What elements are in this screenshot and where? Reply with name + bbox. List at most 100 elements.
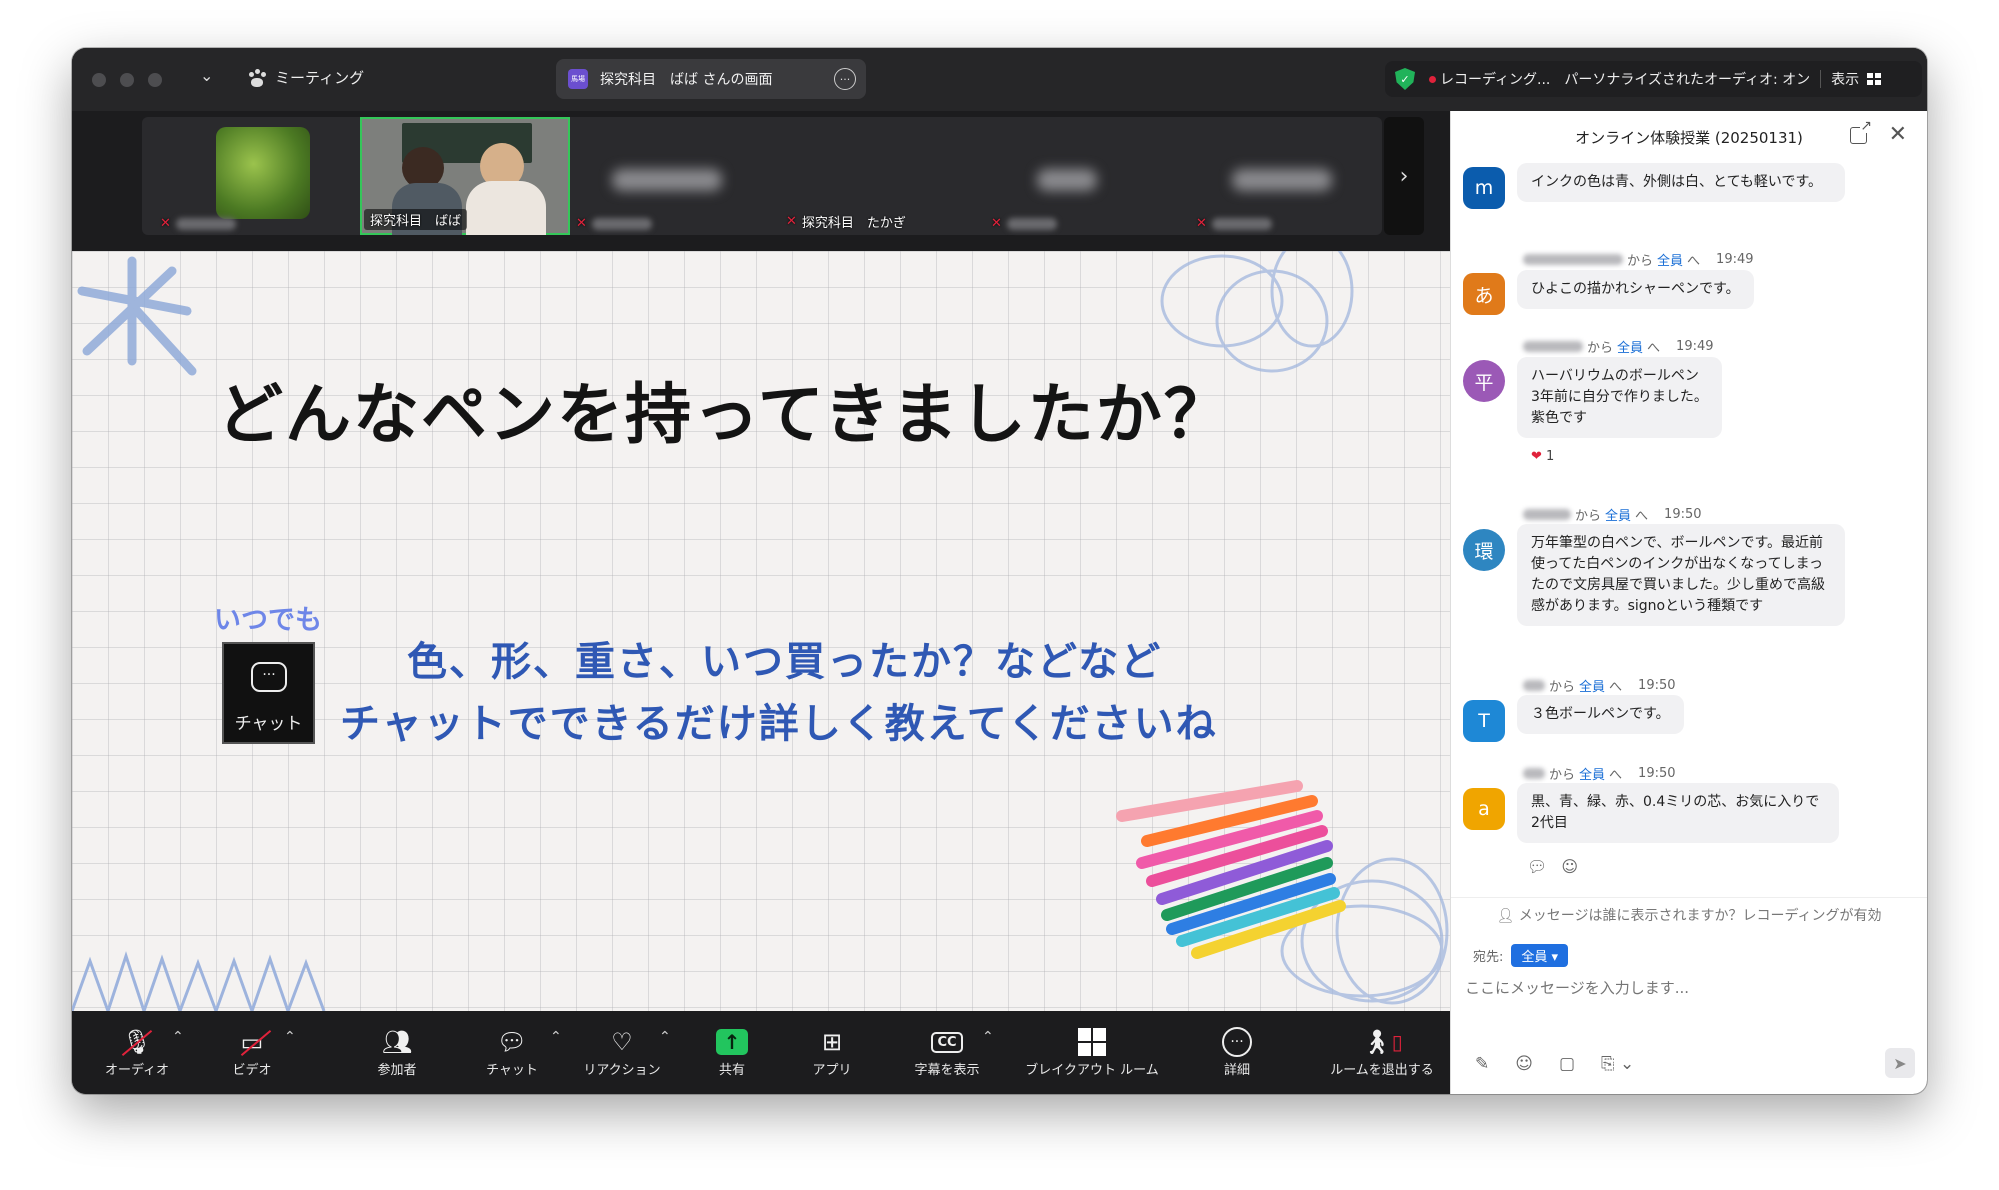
reaction-button[interactable]: ♡ リアクション [572,1025,672,1078]
leave-label: ルームを退出する [1330,1063,1434,1078]
mic-muted-icon: ✕ [991,216,1002,231]
star-scribble [77,256,197,376]
chat-message[interactable]: ひよこの描かれシャーペンです。 [1517,270,1754,309]
captions-button[interactable]: CC 字幕を表示 [902,1025,992,1078]
reaction-badge[interactable]: ❤ 1 [1531,449,1554,464]
screen-share-indicator[interactable]: 馬場 探究科目 ばば さんの画面 ··· [556,59,866,99]
divider [1820,70,1822,88]
participant-tile[interactable]: ✕ [156,123,360,237]
reply-icon[interactable]: 💬︎ [1527,857,1561,876]
mic-muted-icon: ✕ [576,216,587,231]
more-button[interactable]: ··· 詳細 [1202,1025,1272,1078]
reaction-options-caret-icon[interactable]: ⌃ [659,1029,671,1045]
message-meta: から 全員へ 19:49 [1523,337,1714,356]
message-input[interactable] [1465,973,1905,1003]
close-window-button[interactable] [92,73,106,87]
participant-name: ✕ [991,216,1057,231]
paw-icon [247,68,267,87]
zoom-window-button[interactable] [148,73,162,87]
audio-status[interactable]: パーソナライズされたオーディオ: オン [1564,69,1810,89]
add-reaction-icon[interactable]: ☺ [1561,857,1592,876]
video-options-caret-icon[interactable]: ⌃ [284,1029,296,1045]
more-options-icon[interactable]: ··· [834,68,856,90]
participant-name: ✕ [160,216,236,231]
view-button[interactable]: 表示 [1831,69,1882,89]
participants-button[interactable]: 👥︎ 参加者 [357,1025,437,1078]
chat-button[interactable]: 💬︎ チャット [472,1025,552,1078]
chat-message[interactable]: ３色ボールペンです。 [1517,695,1684,734]
share-screen-icon: ↑ [716,1029,748,1055]
participant-tile-active[interactable]: 探究科目 ばば [360,117,570,235]
chevron-down-icon[interactable]: ⌄ [200,66,213,85]
file-icon[interactable]: ▢ [1559,1054,1575,1074]
mic-muted-icon: ✕ [160,216,171,231]
video-off-icon: ▭ [240,1028,264,1056]
to-label: 宛先: [1473,950,1504,965]
chat-options-caret-icon[interactable]: ⌃ [550,1029,562,1045]
emoji-icon[interactable]: ☺ [1515,1054,1533,1074]
participant-tile[interactable]: ✕ [1192,123,1378,237]
video-button[interactable]: ▭ ビデオ [212,1025,292,1078]
recipient-select[interactable]: 全員 ▾ [1511,944,1569,967]
person-icon: 👤︎ [1496,908,1519,924]
zigzag-scribble [72,951,326,1011]
chat-message[interactable]: インクの色は青、外側は白、とても軽いです。 [1517,163,1845,202]
visibility-notice[interactable]: 👤︎ メッセージは誰に表示されますか？レコーディングが有効 [1451,897,1927,933]
shared-screen-slide: どんなペンを持ってきましたか？ いつでも ··· チャット 色、形、重さ、いつ買… [72,251,1450,1011]
zoom-window: ⌄ ミーティング 馬場 探究科目 ばば さんの画面 ··· ✓ レコーディング.… [72,48,1927,1094]
participant-name: ✕ [1196,216,1272,231]
recipient-row: 宛先: 全員 ▾ [1473,944,1569,967]
meeting-menu[interactable]: ミーティング [247,67,364,88]
shield-check-icon[interactable]: ✓ [1395,68,1415,90]
pens-illustration [1116,780,1346,959]
pop-out-icon[interactable] [1850,119,1873,144]
format-text-icon[interactable]: ✎ [1475,1054,1489,1074]
recording-status[interactable]: レコーディング... [1440,69,1550,89]
share-label: 共有 [718,1063,745,1078]
chat-message[interactable]: 黒、青、緑、赤、0.4ミリの芯、お気に入りで2代目 [1517,783,1839,843]
minimize-window-button[interactable] [120,73,134,87]
apps-button[interactable]: ⊞ アプリ [802,1025,862,1078]
slide-title: どんなペンを持ってきましたか？ [217,376,1232,453]
audio-options-caret-icon[interactable]: ⌃ [172,1029,184,1045]
person-body [466,181,546,235]
chat-icon: 💬︎ [496,1028,528,1056]
participant-tile[interactable]: ✕ [572,123,776,237]
avatar: 環 [1463,529,1505,571]
participant-tile[interactable]: ✕ 探究科目 たかぎ [782,123,986,237]
chat-bubble-icon: ··· [251,662,287,692]
send-icon[interactable]: ➤ [1885,1048,1915,1078]
grid-view-icon [1867,73,1882,85]
breakout-label: ブレイクアウト ルーム [1025,1063,1159,1078]
captions-label: 字幕を表示 [914,1063,980,1078]
breakout-rooms-button[interactable]: ブレイクアウト ルーム [1007,1025,1177,1078]
next-page-chevron-icon[interactable]: › [1384,117,1424,235]
participant-tile[interactable]: ✕ [987,123,1191,237]
meeting-toolbar: 🎙︎ オーディオ ⌃ ▭ ビデオ ⌃ 👥︎ 参加者 💬︎ チャット ⌃ ♡ リア… [72,1011,1450,1094]
audio-label: オーディオ [104,1063,170,1078]
leave-room-button[interactable]: 🚶︎ ▯ ルームを退出する [1317,1025,1447,1078]
chat-panel-header: オンライン体験授業 (20250131) ✕ [1451,111,1927,163]
share-button[interactable]: ↑ 共有 [702,1025,762,1078]
participant-name: 探究科目 ばば [364,209,468,230]
close-icon[interactable]: ✕ [1889,122,1907,147]
captions-options-caret-icon[interactable]: ⌃ [982,1029,994,1045]
microphone-muted-icon: 🎙︎ [121,1028,153,1056]
chat-message[interactable]: 万年筆型の白ペンで、ボールペンです。最近前使ってた白ペンのインクが出なくなってし… [1517,524,1845,626]
apps-icon: ⊞ [821,1028,843,1056]
reaction-label: リアクション [583,1063,661,1078]
message-meta: から 全員へ 19:50 [1523,505,1702,524]
screenshot-icon[interactable]: ⎘ ⌄ [1601,1054,1634,1074]
compose-toolbar: ✎ ☺ ▢ ⎘ ⌄ [1475,1054,1634,1074]
avatar: T [1463,700,1505,742]
message-meta: から 全員へ 19:49 [1523,250,1754,269]
message-meta: から 全員へ 19:50 [1523,676,1676,695]
meeting-label: ミーティング [275,69,365,87]
participants-label: 参加者 [377,1063,417,1078]
chat-message[interactable]: ハーバリウムのボールペン 3年前に自分で作りました。 紫色です [1517,357,1722,438]
participant-name: ✕ [576,216,652,231]
cc-icon: CC [931,1031,963,1053]
leave-room-icon: 🚶︎ ▯ [1361,1028,1403,1056]
chat-message-list[interactable]: m インクの色は青、外側は白、とても軽いです。 から 全員へ 19:49 あ ひよこ… [1451,163,1927,893]
audio-button[interactable]: 🎙︎ オーディオ [92,1025,182,1078]
